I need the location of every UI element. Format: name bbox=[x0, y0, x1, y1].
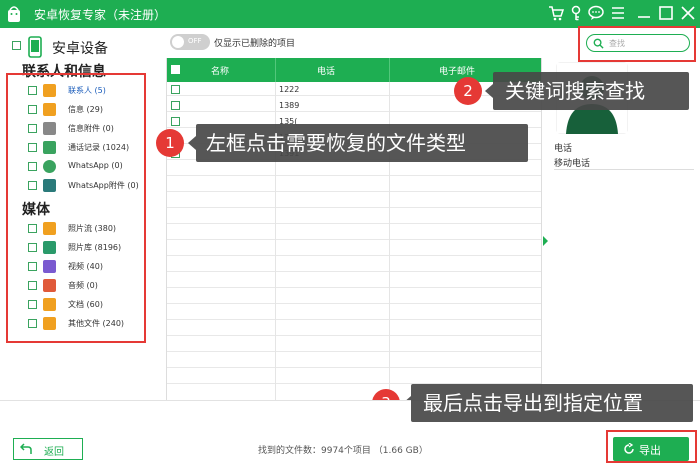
device-checkbox[interactable] bbox=[12, 41, 21, 50]
toggle-knob bbox=[172, 36, 184, 48]
toggle-state-label: OFF bbox=[188, 37, 202, 45]
table-row bbox=[167, 196, 541, 208]
row-phone: 1222 bbox=[279, 85, 300, 94]
phone-device-icon bbox=[28, 36, 42, 58]
back-label: 返回 bbox=[44, 447, 64, 458]
key-icon[interactable] bbox=[568, 5, 584, 21]
back-button[interactable]: 返回 bbox=[13, 438, 83, 460]
device-label: 安卓设备 bbox=[52, 41, 108, 57]
app-logo-icon bbox=[8, 6, 20, 22]
callout-pointer bbox=[188, 136, 196, 150]
column-header-phone[interactable]: 电话 bbox=[317, 64, 335, 77]
step-callout-3: 最后点击导出到指定位置 bbox=[411, 384, 693, 422]
table-row bbox=[167, 308, 541, 320]
row-phone: 1389 bbox=[279, 101, 300, 110]
table-row bbox=[167, 356, 541, 368]
select-all-checkbox[interactable] bbox=[171, 65, 180, 74]
table-row bbox=[167, 372, 541, 384]
feedback-icon[interactable] bbox=[588, 5, 604, 21]
step-callout-2: 关键词搜索查找 bbox=[493, 72, 689, 110]
row-checkbox[interactable] bbox=[171, 85, 180, 94]
row-checkbox[interactable] bbox=[171, 117, 180, 126]
table-row bbox=[167, 292, 541, 304]
table-row bbox=[167, 212, 541, 224]
table-row bbox=[167, 180, 541, 192]
window-title: 安卓恢复专家（未注册） bbox=[34, 8, 167, 22]
panel-expand-arrow-icon[interactable] bbox=[543, 236, 548, 246]
menu-icon[interactable] bbox=[610, 5, 626, 21]
table-row bbox=[167, 324, 541, 336]
callout-text: 最后点击导出到指定位置 bbox=[423, 391, 643, 415]
maximize-icon[interactable] bbox=[658, 5, 674, 21]
callout-pointer bbox=[485, 84, 493, 98]
step-badge-1: 1 bbox=[156, 129, 184, 157]
table-row bbox=[167, 164, 541, 176]
title-bar: 安卓恢复专家（未注册） bbox=[0, 0, 700, 28]
column-header-email[interactable]: 电子邮件 bbox=[439, 64, 475, 77]
close-icon[interactable] bbox=[680, 5, 696, 21]
detail-phone-value: 移动电话 bbox=[554, 156, 694, 170]
search-highlight-box bbox=[578, 26, 696, 62]
column-header-name[interactable]: 名称 bbox=[211, 64, 229, 77]
table-header: 名称 电话 电子邮件 bbox=[167, 58, 541, 82]
step-badge-2: 2 bbox=[454, 77, 482, 105]
table-row bbox=[167, 340, 541, 352]
column-separator bbox=[275, 58, 276, 82]
table-row bbox=[167, 276, 541, 288]
back-arrow-icon bbox=[20, 443, 32, 454]
column-separator bbox=[389, 58, 390, 82]
step-callout-1: 左框点击需要恢复的文件类型 bbox=[196, 124, 528, 162]
callout-text: 关键词搜索查找 bbox=[505, 79, 645, 103]
table-row[interactable]: 1389 bbox=[167, 100, 541, 112]
table-row bbox=[167, 244, 541, 256]
found-files-status: 找到的文件数：9974个项目 （1.66 GB） bbox=[258, 446, 428, 456]
table-row bbox=[167, 228, 541, 240]
category-highlight-box bbox=[6, 73, 146, 343]
contacts-table: 名称 电话 电子邮件 1222 1389 135( 1367 1391 bbox=[166, 58, 542, 400]
minimize-icon[interactable] bbox=[636, 5, 652, 21]
cart-icon[interactable] bbox=[548, 5, 564, 21]
deleted-only-label: 仅显示已删除的项目 bbox=[214, 39, 296, 49]
deleted-only-toggle[interactable]: OFF bbox=[170, 34, 210, 50]
detail-phone-label: 电话 bbox=[554, 144, 573, 154]
table-row bbox=[167, 260, 541, 272]
row-checkbox[interactable] bbox=[171, 101, 180, 110]
export-highlight-box bbox=[606, 430, 697, 463]
callout-text: 左框点击需要恢复的文件类型 bbox=[206, 131, 466, 155]
